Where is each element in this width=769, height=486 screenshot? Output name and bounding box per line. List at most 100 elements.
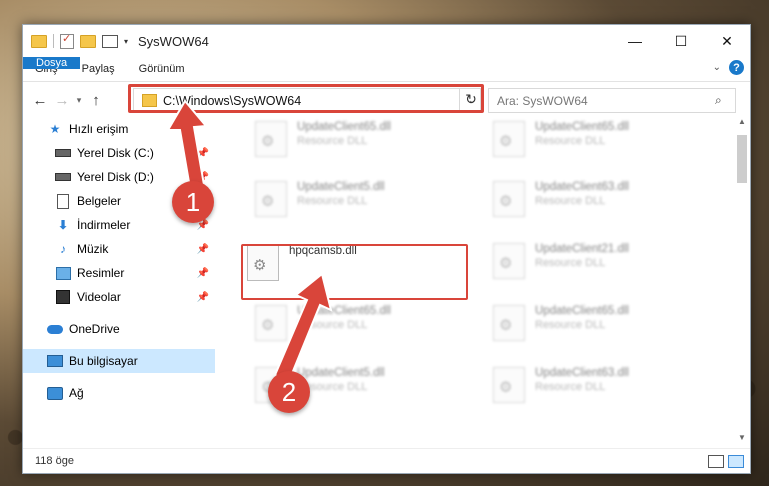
up-arrow-icon[interactable]: ↑ — [85, 92, 107, 109]
dll-file-icon — [255, 121, 287, 157]
pictures-icon — [55, 266, 71, 280]
sidebar-item-label: Hızlı erişim — [69, 122, 129, 136]
sidebar-item-label: Ağ — [69, 386, 84, 400]
window-title: SysWOW64 — [138, 33, 209, 49]
sidebar-item-label: Yerel Disk (C:) — [77, 146, 154, 160]
pin-icon[interactable]: 📌 — [197, 244, 209, 255]
sidebar-item-label: Bu bilgisayar — [69, 354, 138, 368]
list-item[interactable]: UpdateClient65.dll Resource DLL — [255, 121, 391, 157]
search-box[interactable]: Ara: SysWOW64 ⌕ — [488, 88, 736, 113]
details-view-icon[interactable] — [708, 454, 724, 468]
dll-file-icon — [493, 243, 525, 279]
list-item[interactable]: UpdateClient65.dll Resource DLL — [255, 305, 391, 341]
drive-icon — [55, 170, 71, 184]
list-item[interactable]: UpdateClient21.dll Resource DLL — [493, 243, 629, 279]
navigation-bar: ← → ▾ ↑ C:\Windows\SysWOW64 ⌄ ↻ Ara: Sys… — [23, 82, 750, 118]
dll-file-icon — [255, 181, 287, 217]
file-name: UpdateClient65.dll — [297, 121, 391, 133]
vertical-scrollbar[interactable]: ▲ ▼ — [735, 117, 749, 447]
help-icon[interactable]: ? — [729, 60, 744, 75]
sidebar-item-quick-access[interactable]: ★ Hızlı erişim — [23, 117, 215, 141]
step-marker-1: 1 — [172, 181, 214, 223]
dll-file-icon — [493, 367, 525, 403]
quick-access-toolbar: ▾ — [31, 32, 128, 49]
navigation-pane: ★ Hızlı erişim Yerel Disk (C:) 📌 Yerel D… — [23, 117, 215, 447]
step-marker-2: 2 — [268, 371, 310, 413]
forward-arrow-icon[interactable]: → — [51, 92, 73, 109]
chevron-down-icon[interactable]: ⌄ — [713, 62, 721, 73]
cloud-icon — [47, 322, 63, 336]
search-icon[interactable]: ⌕ — [715, 93, 735, 108]
list-item[interactable]: UpdateClient5.dll Resource DLL — [255, 181, 385, 217]
properties-icon[interactable] — [60, 32, 74, 49]
file-type: Resource DLL — [535, 381, 606, 393]
list-item[interactable]: UpdateClient63.dll Resource DLL — [493, 367, 629, 403]
scroll-down-icon[interactable]: ▼ — [735, 433, 749, 447]
large-icons-view-icon[interactable] — [728, 454, 744, 468]
tab-file[interactable]: Dosya — [23, 57, 81, 69]
address-path[interactable]: C:\Windows\SysWOW64 — [163, 94, 464, 108]
sidebar-item-local-disk-c[interactable]: Yerel Disk (C:) 📌 — [23, 141, 215, 165]
file-name: UpdateClient5.dll — [297, 181, 385, 193]
file-type: Resource DLL — [297, 381, 368, 393]
file-type: Resource DLL — [297, 195, 368, 207]
music-icon: ♪ — [60, 242, 66, 256]
sidebar-item-music[interactable]: ♪ Müzik 📌 — [23, 237, 215, 261]
pin-icon[interactable]: 📌 — [197, 292, 209, 303]
title-bar: ▾ SysWOW64 — ☐ ✕ — [23, 25, 750, 57]
minimize-button[interactable]: — — [612, 25, 658, 57]
list-item[interactable]: UpdateClient65.dll Resource DLL — [493, 305, 629, 341]
computer-icon — [47, 354, 63, 368]
close-button[interactable]: ✕ — [704, 25, 750, 57]
search-placeholder[interactable]: Ara: SysWOW64 — [497, 94, 715, 108]
sidebar-item-onedrive[interactable]: OneDrive — [23, 317, 215, 341]
back-arrow-icon[interactable]: ← — [29, 92, 51, 109]
view-options-icon[interactable] — [102, 34, 118, 48]
recent-locations-icon[interactable]: ▾ — [73, 95, 85, 106]
file-name: UpdateClient65.dll — [535, 121, 629, 133]
file-type: Resource DLL — [297, 319, 368, 331]
toolbar-divider — [53, 34, 54, 48]
scroll-thumb[interactable] — [737, 135, 747, 183]
network-icon — [47, 386, 63, 400]
sidebar-item-this-pc[interactable]: Bu bilgisayar — [23, 349, 215, 373]
file-name: UpdateClient63.dll — [535, 181, 629, 193]
file-type: Resource DLL — [535, 135, 606, 147]
dll-file-icon — [493, 121, 525, 157]
pin-icon[interactable]: 📌 — [197, 148, 209, 159]
file-name: UpdateClient21.dll — [535, 243, 629, 255]
maximize-button[interactable]: ☐ — [658, 25, 704, 57]
file-name: UpdateClient63.dll — [535, 367, 629, 379]
star-icon: ★ — [49, 122, 61, 136]
sidebar-item-label: OneDrive — [69, 322, 120, 336]
tab-view[interactable]: Görünüm — [127, 57, 197, 81]
file-type: Resource DLL — [535, 257, 606, 269]
file-type: Resource DLL — [297, 135, 368, 147]
dll-file-icon — [493, 305, 525, 341]
drive-icon — [55, 146, 71, 160]
ribbon-right-controls: ⌄ ? — [713, 60, 744, 75]
window-controls: — ☐ ✕ — [612, 25, 750, 57]
status-bar: 118 öge — [23, 448, 750, 473]
dll-file-icon — [493, 181, 525, 217]
sidebar-item-label: Yerel Disk (D:) — [77, 170, 154, 184]
new-folder-icon[interactable] — [80, 34, 96, 48]
address-bar[interactable]: C:\Windows\SysWOW64 ⌄ — [133, 88, 481, 113]
sidebar-item-videos[interactable]: Videolar 📌 — [23, 285, 215, 309]
file-name: UpdateClient65.dll — [535, 305, 629, 317]
video-icon — [55, 290, 71, 304]
sidebar-item-label: Belgeler — [77, 194, 122, 208]
file-highlight-box — [241, 244, 468, 300]
customize-toolbar-icon[interactable]: ▾ — [124, 37, 128, 46]
explorer-window: ▾ SysWOW64 — ☐ ✕ Dosya Giriş Paylaş Görü… — [22, 24, 751, 474]
sidebar-item-pictures[interactable]: Resimler 📌 — [23, 261, 215, 285]
list-item[interactable]: UpdateClient63.dll Resource DLL — [493, 181, 629, 217]
pin-icon[interactable]: 📌 — [197, 268, 209, 279]
list-item[interactable]: UpdateClient65.dll Resource DLL — [493, 121, 629, 157]
sidebar-item-network[interactable]: Ağ — [23, 381, 215, 405]
sidebar-item-label: Resimler — [77, 266, 125, 280]
dll-file-icon — [255, 305, 287, 341]
file-type: Resource DLL — [535, 319, 606, 331]
scroll-up-icon[interactable]: ▲ — [735, 117, 749, 131]
refresh-icon[interactable]: ↻ — [459, 88, 482, 111]
